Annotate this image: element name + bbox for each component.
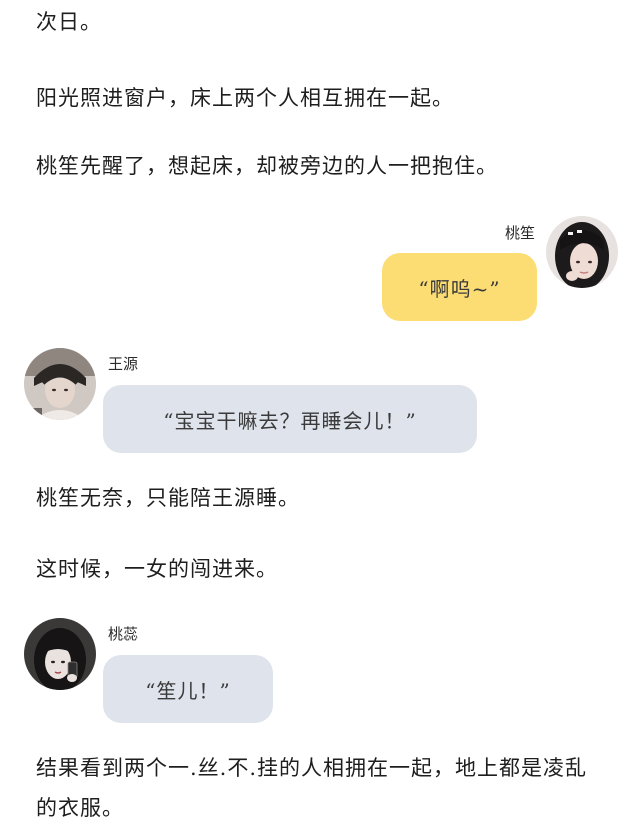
narration-paragraph: 结果看到两个一.丝.不.挂的人相拥在一起，地上都是凌乱的衣服。	[36, 756, 588, 820]
narration-paragraph: 次日。	[36, 10, 102, 34]
avatar	[546, 216, 618, 288]
message-bubble: “笙儿！”	[103, 655, 273, 723]
avatar	[24, 618, 96, 690]
message-bubble: “啊呜~”	[382, 253, 537, 321]
speaker-name: 桃蕊	[108, 625, 139, 643]
portrait-icon	[24, 618, 96, 690]
speaker-name: 王源	[108, 355, 139, 373]
narration-paragraph: 这时候，一女的闯进来。	[36, 557, 278, 581]
narration-paragraph: 桃笙先醒了，想起床，却被旁边的人一把抱住。	[36, 154, 498, 178]
portrait-icon	[546, 216, 618, 288]
narration-paragraph: 桃笙无奈，只能陪王源睡。	[36, 486, 300, 510]
portrait-icon	[24, 348, 96, 420]
narration-paragraph: 阳光照进窗户，床上两个人相互拥在一起。	[36, 86, 454, 110]
avatar	[24, 348, 96, 420]
speaker-name: 桃笙	[504, 224, 535, 242]
message-bubble: “宝宝干嘛去？再睡会儿！”	[103, 385, 477, 453]
